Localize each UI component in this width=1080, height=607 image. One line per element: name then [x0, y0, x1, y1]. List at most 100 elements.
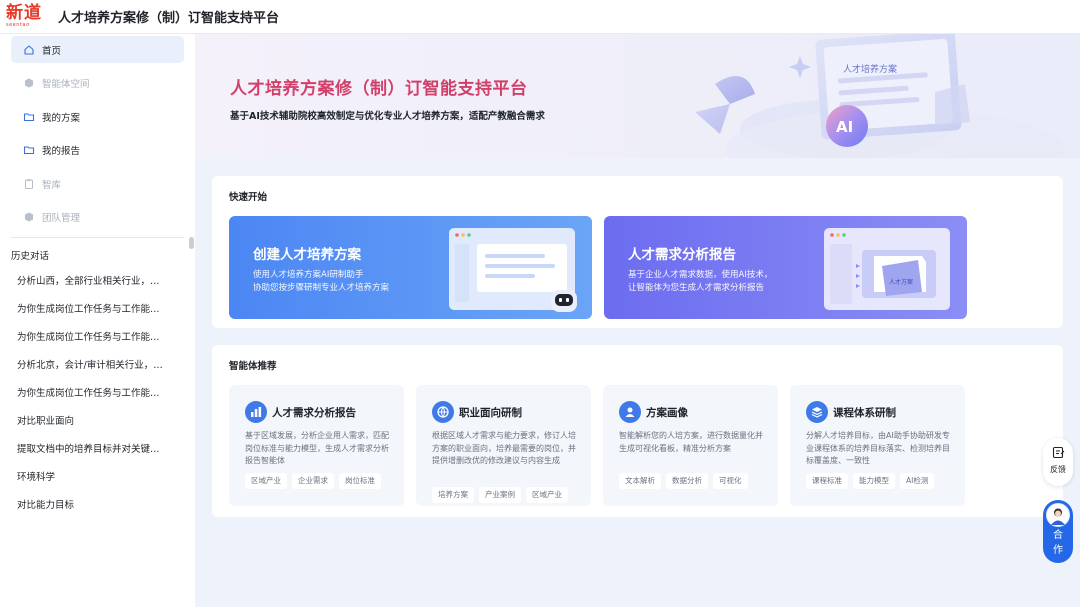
chart-icon	[245, 401, 267, 423]
sidebar-item-label: 我的报告	[42, 146, 81, 157]
agent-recommend-section: 智能体推荐 人才需求分析报告 基于区域发展，分析企业用人需求，匹配岗位标准与能力…	[212, 345, 1063, 517]
history-item[interactable]: 为你生成岗位工作任务与工作能…	[0, 296, 180, 324]
agent-tag: 岗位标准	[339, 473, 381, 489]
tile-desc-line: 使用人才培养方案AI研制助手	[253, 270, 364, 280]
agent-description: 根据区域人才需求与能力要求，修订人培方案的职业面向，培养最需要的岗位，并提供增删…	[432, 431, 576, 465]
sidebar-item-agent-space[interactable]: 智能体空间	[11, 70, 184, 97]
agent-tag: 区域产业	[245, 473, 287, 489]
agent-tag: 能力模型	[853, 473, 895, 489]
agent-card-header: 课程体系研制	[806, 401, 896, 423]
agent-tag: 文本解析	[619, 473, 661, 489]
avatar	[1046, 503, 1070, 527]
feedback-icon	[1052, 446, 1065, 461]
banner-title: 人才培养方案修（制）订智能支持平台	[230, 79, 528, 99]
quick-start-title: 快速开始	[229, 192, 268, 203]
history-item[interactable]: 环境科学	[0, 464, 180, 492]
agent-tags: 区域产业 企业需求 岗位标准	[245, 473, 381, 489]
agent-card-plan-portrait[interactable]: 方案画像 智能解析您的人培方案，进行数据量化并生成可视化看板，精准分析方案 文本…	[603, 385, 778, 506]
agent-name: 课程体系研制	[833, 406, 896, 419]
agent-tags: 课程标准 能力模型 AI检测	[806, 473, 935, 489]
history-item[interactable]: 对比职业面向	[0, 408, 180, 436]
cooperation-button[interactable]: 合 作	[1043, 500, 1073, 563]
history-item[interactable]: 分析北京，会计/审计相关行业，…	[0, 352, 180, 380]
sidebar-item-team[interactable]: 团队管理	[11, 204, 184, 231]
sidebar-item-label: 智库	[42, 179, 62, 191]
sidebar-item-label: 团队管理	[42, 213, 81, 224]
sidebar-item-think-tank[interactable]: 智库	[11, 170, 184, 197]
agent-tag: 产业案例	[479, 487, 521, 503]
agent-description: 智能解析您的人培方案，进行数据量化并生成可视化看板，精准分析方案	[619, 431, 763, 453]
logo-text: 新道	[6, 3, 42, 23]
tile-description: 使用人才培养方案AI研制助手 协助您按步骤研制专业人才培养方案	[253, 269, 389, 295]
agent-tag: 区域产业	[526, 487, 568, 503]
history-item[interactable]: 提取文档中的培养目标并对关键…	[0, 436, 180, 464]
cooperation-label: 作	[1053, 545, 1063, 556]
agent-card-curriculum[interactable]: 课程体系研制 分解人才培养目标，由AI助手协助研发专业课程体系的培养目标落实、检…	[790, 385, 965, 506]
history-item[interactable]: 为你生成岗位工作任务与工作能…	[0, 380, 180, 408]
document-illustration	[449, 228, 577, 312]
agent-card-header: 职业面向研制	[432, 401, 522, 423]
folder-icon	[23, 111, 35, 123]
ai-orb-label: AI	[836, 118, 853, 136]
agent-description: 分解人才培养目标，由AI助手协助研发专业课程体系的培养目标落实、检测培养目标覆盖…	[806, 431, 950, 465]
sidebar-nav: 首页 智能体空间 我的方案 我的报告 智库 团队管理	[0, 34, 195, 231]
agent-tag: 可视化	[713, 473, 748, 489]
feedback-label: 反馈	[1050, 465, 1066, 474]
banner-illustration: 人才培养方案 AI	[695, 34, 1065, 158]
logo-subtext: seentao	[6, 22, 30, 28]
agent-name: 人才需求分析报告	[272, 406, 356, 419]
agent-card-header: 人才需求分析报告	[245, 401, 356, 423]
tile-description: 基于企业人才需求数据，使用AI技术， 让智能体为您生成人才需求分析报告	[628, 269, 772, 295]
banner-subtitle: 基于AI技术辅助院校高效制定与优化专业人才培养方案，适配产教融合需求	[230, 111, 545, 122]
agent-tags: 文本解析 数据分析 可视化	[619, 473, 748, 489]
cooperation-label: 合	[1053, 530, 1063, 541]
sidebar-item-label: 我的方案	[42, 112, 81, 124]
portrait-icon	[619, 401, 641, 423]
create-plan-tile[interactable]: 创建人才培养方案 使用人才培养方案AI研制助手 协助您按步骤研制专业人才培养方案	[229, 216, 592, 319]
agent-tag: 数据分析	[666, 473, 708, 489]
globe-icon	[432, 401, 454, 423]
report-illustration: 人才方案	[824, 228, 950, 310]
tile-desc-line: 基于企业人才需求数据，使用AI技术，	[628, 270, 773, 280]
history-item[interactable]: 分析山西，全部行业相关行业，…	[0, 268, 180, 296]
history-item[interactable]: 对比能力目标	[0, 492, 180, 520]
top-bar: 新道 seentao 人才培养方案修（制）订智能支持平台	[0, 0, 1080, 34]
folder-icon	[23, 144, 35, 156]
cube-icon	[23, 77, 35, 89]
history-list: 分析山西，全部行业相关行业，… 为你生成岗位工作任务与工作能… 为你生成岗位工作…	[0, 268, 195, 520]
main-content: 人才培养方案修（制）订智能支持平台 基于AI技术辅助院校高效制定与优化专业人才培…	[195, 34, 1080, 607]
banner-illus-label: 人才培养方案	[843, 63, 897, 75]
agent-card-career-orientation[interactable]: 职业面向研制 根据区域人才需求与能力要求，修订人培方案的职业面向，培养最需要的岗…	[416, 385, 591, 506]
clipboard-icon	[23, 178, 35, 190]
history-item[interactable]: 为你生成岗位工作任务与工作能…	[0, 324, 180, 352]
brand-logo[interactable]: 新道 seentao	[6, 2, 46, 32]
sidebar-item-my-plans[interactable]: 我的方案	[11, 103, 184, 130]
agent-card-demand-report[interactable]: 人才需求分析报告 基于区域发展，分析企业用人需求，匹配岗位标准与能力模型，生成人…	[229, 385, 404, 506]
agent-tag: 课程标准	[806, 473, 848, 489]
demand-report-tile[interactable]: 人才需求分析报告 基于企业人才需求数据，使用AI技术， 让智能体为您生成人才需求…	[604, 216, 967, 319]
agent-tag: 培养方案	[432, 487, 474, 503]
tile-title: 人才需求分析报告	[628, 247, 736, 263]
agent-tags: 培养方案 产业案例 区域产业	[432, 487, 568, 503]
sidebar-item-my-reports[interactable]: 我的报告	[11, 137, 184, 164]
agent-tag: 企业需求	[292, 473, 334, 489]
tile-desc-line: 让智能体为您生成人才需求分析报告	[628, 283, 765, 293]
sidebar-item-home[interactable]: 首页	[11, 36, 184, 63]
agent-description: 基于区域发展，分析企业用人需求，匹配岗位标准与能力模型，生成人才需求分析报告智能…	[245, 431, 389, 465]
tile-title: 创建人才培养方案	[253, 247, 361, 263]
sidebar-item-label: 智能体空间	[42, 79, 90, 90]
quick-start-section: 快速开始 创建人才培养方案 使用人才培养方案AI研制助手 协助您按步骤研制专业人…	[212, 176, 1063, 328]
agent-tag: AI检测	[900, 473, 935, 489]
cube-icon	[23, 211, 35, 223]
sidebar-scrollbar[interactable]	[189, 237, 194, 249]
layers-icon	[806, 401, 828, 423]
home-icon	[23, 44, 35, 56]
agent-card-header: 方案画像	[619, 401, 688, 423]
tile-desc-line: 协助您按步骤研制专业人才培养方案	[253, 283, 390, 293]
feedback-button[interactable]: 反馈	[1043, 438, 1073, 486]
report-illus-label: 人才方案	[889, 278, 913, 286]
hero-banner: 人才培养方案修（制）订智能支持平台 基于AI技术辅助院校高效制定与优化专业人才培…	[195, 34, 1080, 158]
agent-name: 职业面向研制	[459, 406, 522, 419]
agent-recommend-title: 智能体推荐	[229, 361, 277, 372]
sidebar: 首页 智能体空间 我的方案 我的报告 智库 团队管理 历史对话 分析山西，全部行…	[0, 34, 195, 607]
